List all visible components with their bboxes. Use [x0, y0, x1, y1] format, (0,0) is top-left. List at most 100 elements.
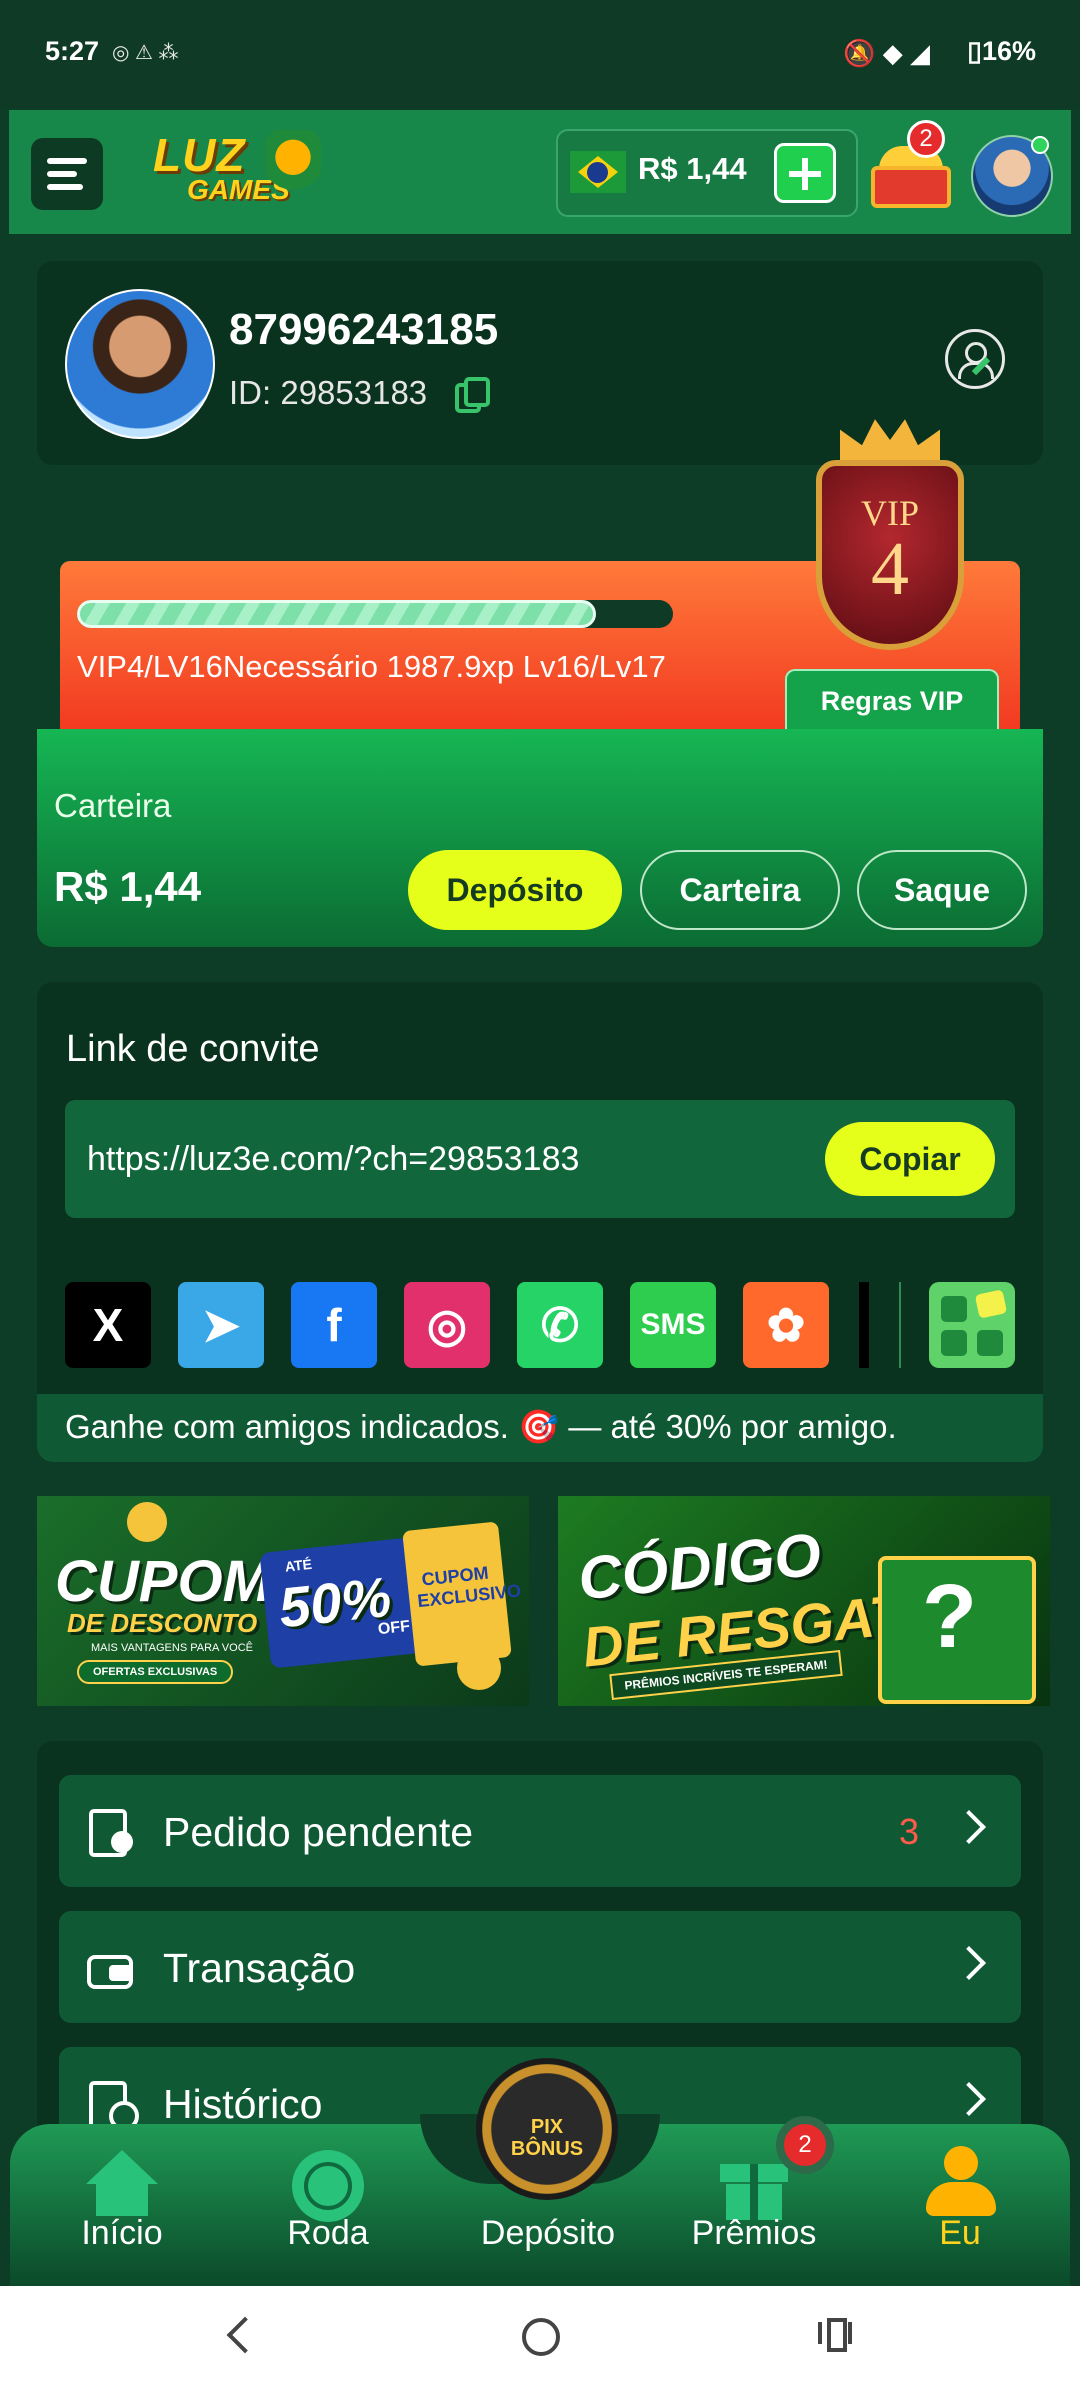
- avatar[interactable]: [65, 289, 215, 439]
- vip-progress-text: VIP4/LV16Necessário 1987.9xp Lv16/Lv17: [77, 649, 666, 684]
- vip-badge-icon: VIP 4: [812, 414, 968, 664]
- pending-order-icon: [85, 1807, 135, 1857]
- battery-level: ▯16%: [967, 36, 1036, 67]
- menu-item-label: Pedido pendente: [163, 1809, 474, 1855]
- back-icon[interactable]: [226, 2316, 264, 2354]
- wheel-icon: [292, 2150, 364, 2222]
- coin-icon: [457, 1646, 501, 1690]
- menu-icon: [47, 158, 87, 164]
- telegram-icon[interactable]: ➤: [178, 1282, 264, 1368]
- coupon-small-text: MAIS VANTAGENS PARA VOCÊ: [91, 1642, 253, 1654]
- history-icon: [85, 2079, 139, 2131]
- menu-icon-line: [47, 171, 77, 177]
- add-funds-button[interactable]: [774, 143, 836, 203]
- share-scroll-hint: [859, 1282, 869, 1368]
- status-time: 5:27: [45, 36, 100, 66]
- vip-rules-button[interactable]: Regras VIP: [785, 669, 999, 731]
- facebook-icon[interactable]: f: [291, 1282, 377, 1368]
- copy-id-icon[interactable]: [455, 377, 490, 413]
- whatsapp-icon[interactable]: ✆: [517, 1282, 603, 1368]
- nav-wheel[interactable]: Roda: [248, 2124, 408, 2286]
- status-bar: 5:27 ◎ ⚠ ⁂ 🔕 ◆ ◢ ▯16%: [0, 0, 1080, 108]
- coupon-title: CUPOM: [55, 1549, 271, 1614]
- coupon-off: OFF: [377, 1617, 411, 1639]
- home-icon: [86, 2150, 158, 2216]
- nav-label: Início: [81, 2214, 163, 2252]
- menu-icon-line: [47, 184, 83, 190]
- header-balance: R$ 1,44: [638, 151, 747, 186]
- vip-progress-fill: [77, 600, 596, 628]
- chevron-right-icon: [952, 1810, 986, 1844]
- coupon-offers-pill: OFERTAS EXCLUSIVAS: [77, 1660, 234, 1684]
- system-nav-bar: [0, 2286, 1080, 2388]
- coin-icon: [127, 1502, 167, 1542]
- coupon-exclusive-ticket: CUPOM EXCLUSIVO: [402, 1521, 523, 1667]
- profile-icon: [926, 2146, 996, 2216]
- prizes-badge: 2: [776, 2116, 834, 2174]
- signal-icons: 🔕 ◆ ◢: [843, 38, 930, 68]
- invite-link[interactable]: https://luz3e.com/?ch=29853183: [87, 1140, 579, 1179]
- sms-icon[interactable]: SMS: [630, 1282, 716, 1368]
- rewards-badge: 2: [907, 120, 945, 158]
- invite-card: Link de convite https://luz3e.com/?ch=29…: [37, 982, 1043, 1462]
- home-nav-icon[interactable]: [522, 2318, 560, 2356]
- withdraw-button[interactable]: Saque: [857, 850, 1027, 930]
- wallet-title: Carteira: [54, 787, 172, 824]
- chevron-right-icon: [952, 1946, 986, 1980]
- nav-label: Depósito: [480, 2214, 616, 2252]
- instagram-icon[interactable]: ◎: [404, 1282, 490, 1368]
- pending-count: 3: [899, 1811, 920, 1852]
- wallet-amount: R$ 1,44: [54, 863, 202, 910]
- coupon-percent: 50%: [275, 1564, 395, 1640]
- more-apps-icon[interactable]: [929, 1282, 1015, 1368]
- app-logo[interactable]: LUZ GAMES: [147, 128, 327, 218]
- battery-percent: 16%: [981, 36, 1036, 66]
- nav-me[interactable]: Eu: [880, 2124, 1040, 2286]
- bottom-nav: Início Roda Depósito PIX BÔNUS Prêmios 2…: [10, 2058, 1070, 2286]
- pix-label: PIX: [530, 2116, 564, 2138]
- menu-item-label: Transação: [163, 1945, 356, 1991]
- user-phone: 87996243185: [229, 305, 499, 354]
- wallet-icon: [85, 1943, 135, 1993]
- x-icon[interactable]: X: [65, 1282, 151, 1368]
- vip-badge-level: 4: [871, 527, 909, 611]
- wallet-card: Carteira R$ 1,44 Depósito Carteira Saque: [37, 729, 1043, 947]
- parrot-icon: [265, 130, 321, 208]
- app-header: LUZ GAMES R$ 1,44 2: [9, 110, 1071, 234]
- recents-icon[interactable]: [818, 2318, 852, 2352]
- kwai-icon[interactable]: ✿: [743, 1282, 829, 1368]
- status-notification-icons: ◎ ⚠ ⁂: [112, 42, 179, 64]
- deposit-button[interactable]: Depósito: [408, 850, 622, 930]
- pix-bonus-label: BÔNUS: [510, 2138, 584, 2160]
- brazil-flag-icon: [570, 151, 626, 193]
- coupon-subtitle: DE DESCONTO: [67, 1608, 258, 1638]
- nav-label-active: Eu: [939, 2214, 981, 2252]
- pix-bonus-button[interactable]: PIX BÔNUS: [476, 2058, 618, 2200]
- coupon-banner[interactable]: CUPOM DE DESCONTO MAIS VANTAGENS PARA VO…: [37, 1496, 529, 1706]
- chevron-right-icon: [952, 2082, 986, 2116]
- nav-label: Prêmios: [691, 2214, 817, 2252]
- coupon-exclusive: CUPOM EXCLUSIVO: [416, 1562, 523, 1612]
- user-id: ID: 29853183: [229, 374, 428, 411]
- redeem-code-banner[interactable]: CÓDIGO DE RESGATE PRÊMIOS INCRÍVEIS TE E…: [558, 1496, 1050, 1706]
- nav-home[interactable]: Início: [42, 2124, 202, 2286]
- referral-info-bar: Ganhe com amigos indicados. 🎯 — até 30% …: [37, 1394, 1043, 1462]
- wallet-button[interactable]: Carteira: [640, 850, 840, 930]
- nav-label: Roda: [287, 2214, 369, 2252]
- gift-icon: [720, 2154, 788, 2220]
- invite-title: Link de convite: [66, 1028, 320, 1070]
- menu-button[interactable]: [31, 138, 103, 210]
- gift-box-icon: ?: [878, 1556, 1036, 1704]
- copy-link-button[interactable]: Copiar: [825, 1122, 995, 1196]
- divider: [899, 1282, 901, 1368]
- referral-info-text: Ganhe com amigos indicados. 🎯 — até 30% …: [65, 1408, 897, 1445]
- invite-link-box: https://luz3e.com/?ch=29853183 Copiar: [65, 1100, 1015, 1218]
- edit-profile-icon[interactable]: [945, 329, 1005, 389]
- menu-item-label: Histórico: [163, 2081, 323, 2127]
- balance-widget[interactable]: R$ 1,44: [556, 129, 858, 217]
- menu-item-pending-orders[interactable]: Pedido pendente 3: [59, 1775, 1021, 1887]
- battery-icon: ▯: [967, 36, 982, 66]
- vip-progress-bar: [77, 600, 673, 628]
- online-indicator: [1031, 136, 1049, 154]
- menu-item-transactions[interactable]: Transação: [59, 1911, 1021, 2023]
